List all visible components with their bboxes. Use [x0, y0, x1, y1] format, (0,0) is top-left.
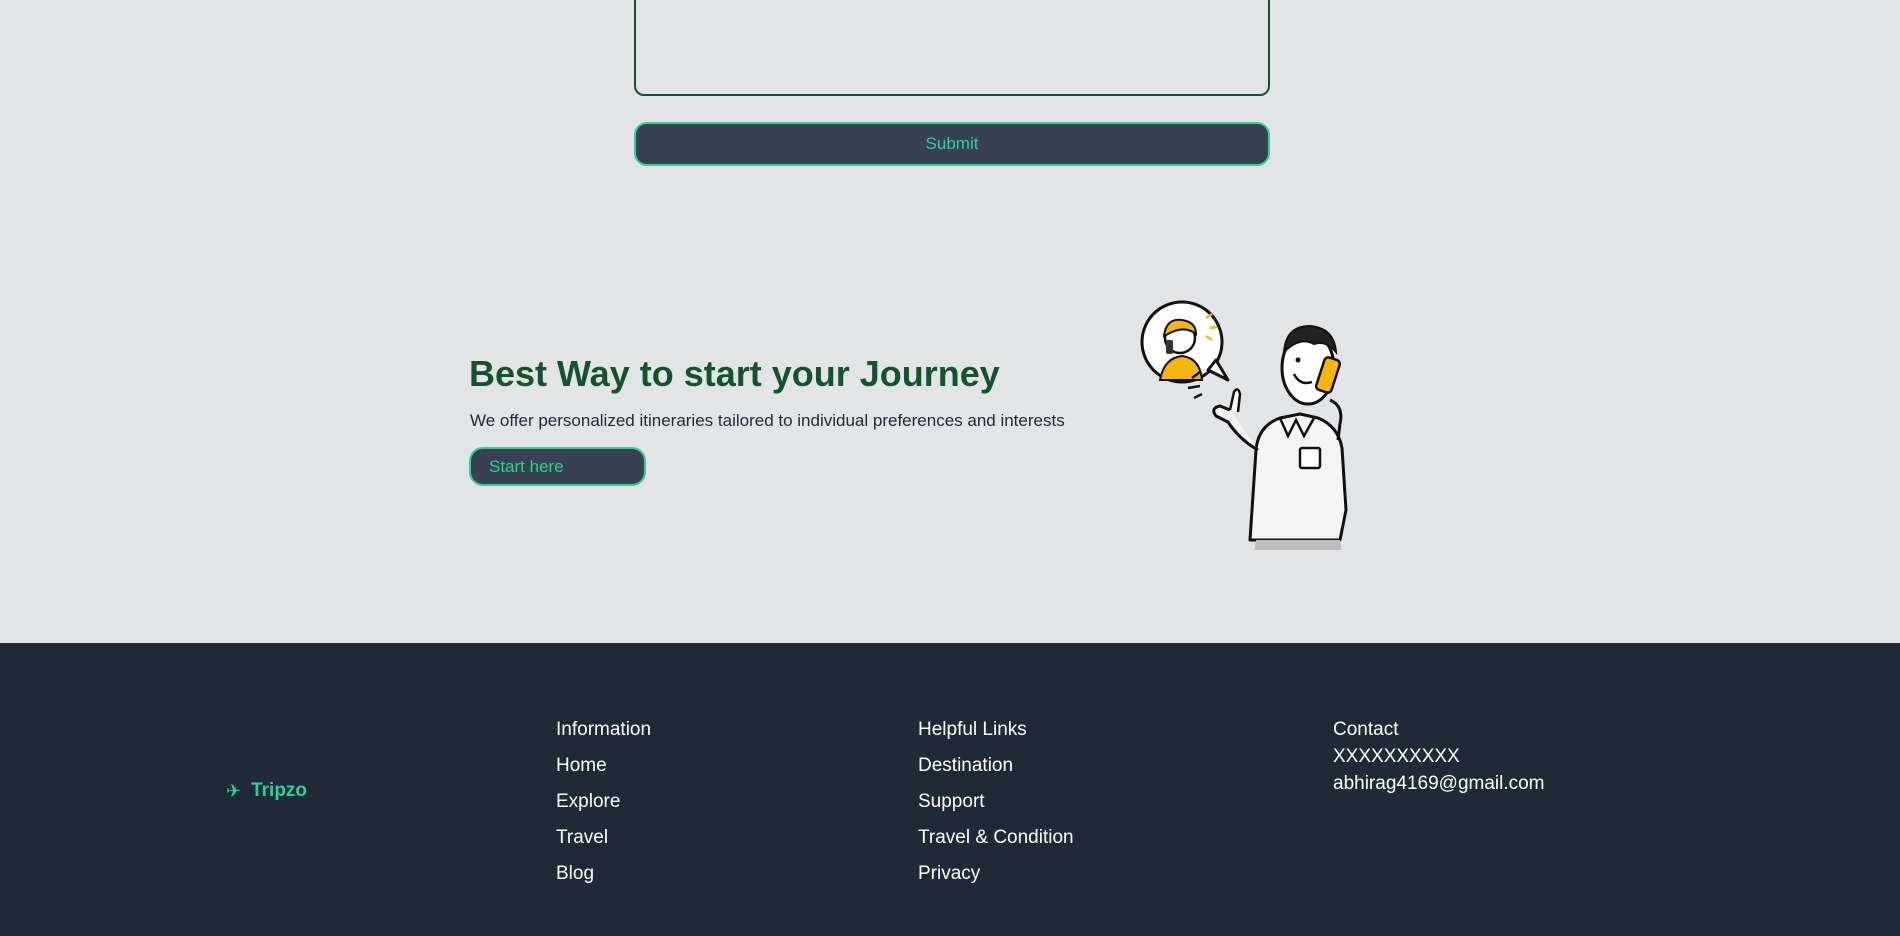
information-heading: Information [556, 719, 652, 740]
phone-call-illustration [1140, 300, 1348, 550]
message-textarea[interactable] [634, 0, 1270, 96]
contact-phone: XXXXXXXXXX [1333, 746, 1460, 767]
submit-button[interactable]: Submit [634, 122, 1270, 166]
footer-link-privacy[interactable]: Privacy [918, 862, 1074, 898]
footer-contact-column: Contact XXXXXXXXXX abhirag4169@gmail.com [1333, 718, 1545, 799]
footer-link-destination[interactable]: Destination [918, 754, 1074, 790]
brand-name: Tripzo [251, 780, 308, 801]
footer-brand[interactable]: ✈ Tripzo [226, 780, 307, 802]
helpful-links-heading: Helpful Links [918, 719, 1027, 740]
plane-icon: ✈ [226, 780, 242, 801]
footer-helpful-links-column: Helpful Links Destination Support Travel… [918, 718, 1074, 898]
footer-information-column: Information Home Explore Travel Blog [556, 718, 651, 898]
footer-link-explore[interactable]: Explore [556, 790, 651, 826]
start-here-button[interactable]: Start here [469, 447, 646, 486]
footer-link-travel-condition[interactable]: Travel & Condition [918, 826, 1074, 862]
footer-link-travel[interactable]: Travel [556, 826, 651, 862]
footer-link-support[interactable]: Support [918, 790, 1074, 826]
footer-link-home[interactable]: Home [556, 754, 651, 790]
speech-bubble-icon [1140, 300, 1230, 384]
cta-title: Best Way to start your Journey [469, 353, 1000, 394]
footer-link-blog[interactable]: Blog [556, 862, 651, 898]
contact-heading: Contact [1333, 719, 1399, 740]
cta-subtitle: We offer personalized itineraries tailor… [470, 411, 1065, 430]
contact-email[interactable]: abhirag4169@gmail.com [1333, 772, 1545, 799]
